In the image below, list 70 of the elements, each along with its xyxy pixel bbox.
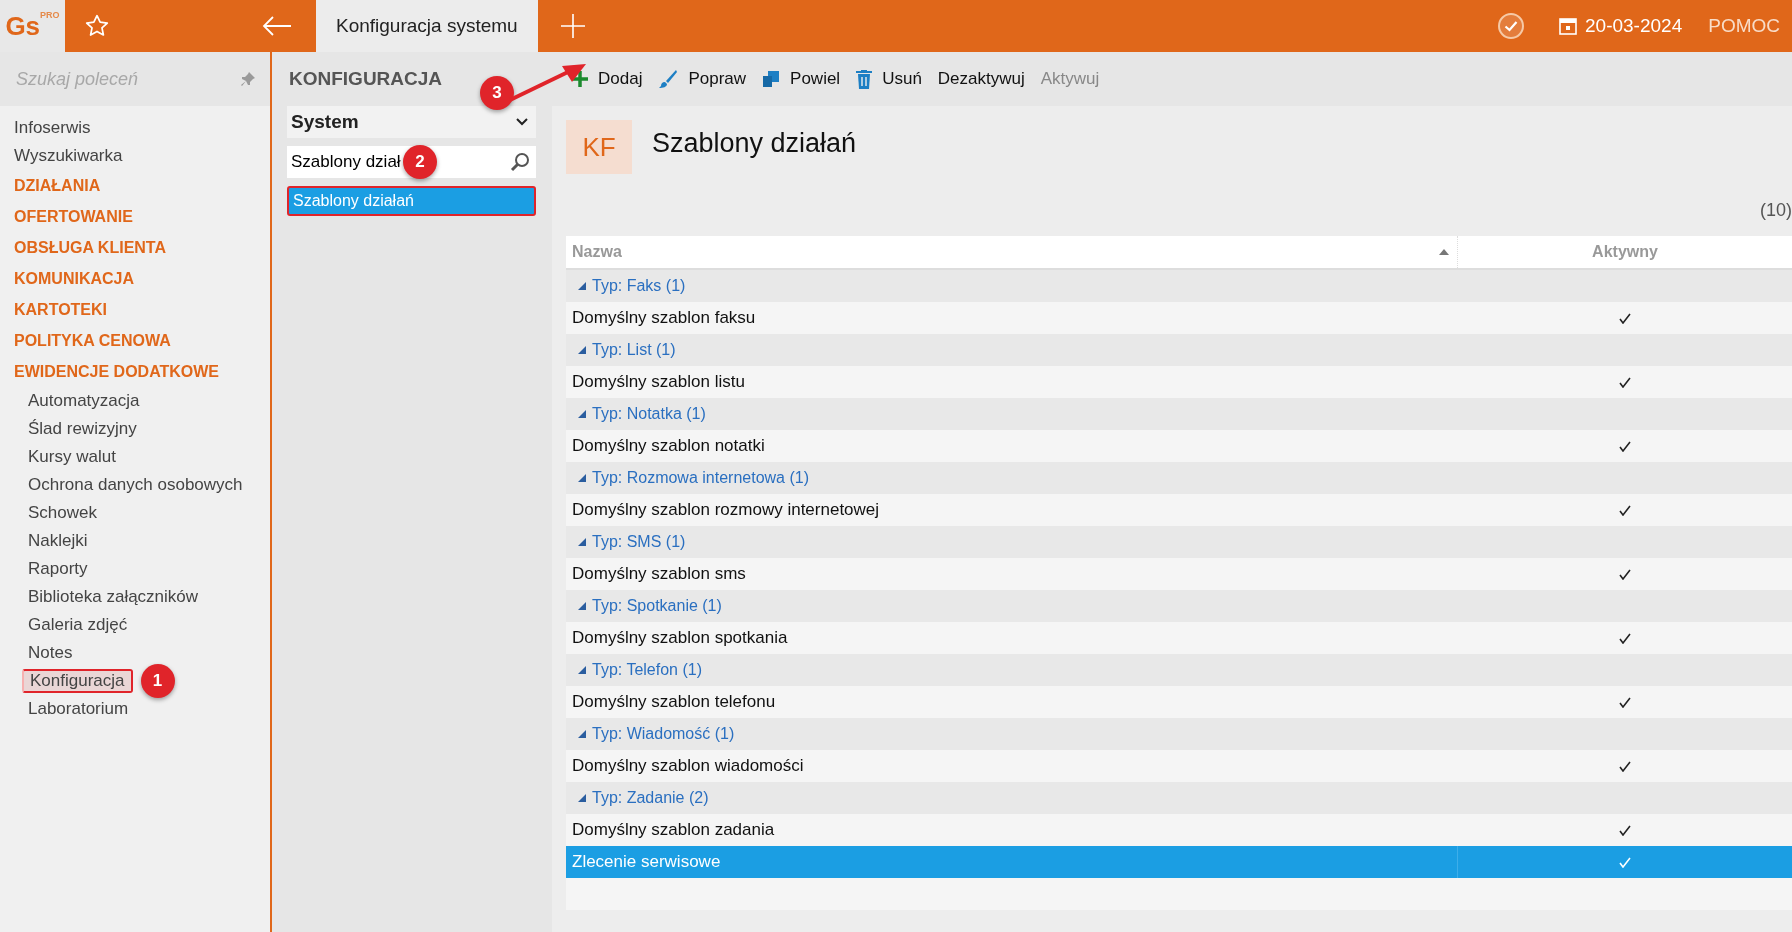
expand-triangle-icon[interactable]	[578, 346, 586, 354]
sidebar-item[interactable]: Biblioteka załączników	[22, 587, 205, 607]
sidebar-item[interactable]: Naklejki	[22, 531, 94, 551]
group-row[interactable]: Typ: Spotkanie (1)	[566, 590, 1792, 622]
record-count: (10)	[1760, 200, 1792, 222]
check-circle-icon[interactable]	[1497, 12, 1525, 40]
sidebar-item[interactable]: Raporty	[22, 559, 94, 579]
calendar-icon[interactable]	[1559, 17, 1577, 35]
toolbar-button[interactable]: Dodaj	[566, 65, 649, 93]
table-row[interactable]: Domyślny szablon wiadomości	[566, 750, 1792, 782]
module-badge: KF	[566, 120, 632, 174]
table-row[interactable]: Domyślny szablon rozmowy internetowej	[566, 494, 1792, 526]
group-row[interactable]: Typ: Wiadomość (1)	[566, 718, 1792, 750]
filter-field[interactable]: Szablony dział 2	[287, 146, 536, 178]
table-row[interactable]: Domyślny szablon notatki	[566, 430, 1792, 462]
group-row[interactable]: Typ: Telefon (1)	[566, 654, 1792, 686]
copy-icon	[762, 70, 781, 88]
step-marker: 2	[403, 145, 437, 179]
sidebar-item[interactable]: Wyszukiwarka	[8, 146, 129, 166]
command-search-field[interactable]: Szukaj poleceń	[0, 52, 270, 106]
sidebar-item[interactable]: Automatyzacja	[22, 391, 146, 411]
trash-icon	[856, 69, 873, 89]
expand-triangle-icon[interactable]	[578, 794, 586, 802]
sidebar-item[interactable]: Galeria zdjęć	[22, 615, 134, 635]
back-arrow-icon[interactable]	[261, 14, 293, 38]
expand-triangle-icon[interactable]	[578, 666, 586, 674]
window-tab[interactable]: Konfiguracja systemu	[316, 0, 538, 52]
step-marker: 1	[140, 664, 175, 698]
table-row[interactable]: Domyślny szablon spotkania	[566, 622, 1792, 654]
plus-icon[interactable]	[559, 13, 586, 39]
group-row[interactable]: Typ: Notatka (1)	[566, 398, 1792, 430]
table-row[interactable]: Domyślny szablon listu	[566, 366, 1792, 398]
table-row[interactable]: Domyślny szablon faksu	[566, 302, 1792, 334]
search-icon[interactable]	[510, 152, 530, 172]
star-icon[interactable]	[84, 13, 110, 39]
toolbar-button[interactable]: Popraw	[652, 65, 753, 93]
expand-triangle-icon[interactable]	[578, 538, 586, 546]
expand-triangle-icon[interactable]	[578, 474, 586, 482]
table-row[interactable]: Domyślny szablon sms	[566, 558, 1792, 590]
group-row[interactable]: Typ: Faks (1)	[566, 270, 1792, 302]
sidebar-item[interactable]: Konfiguracja	[22, 669, 133, 693]
table-row[interactable]: Domyślny szablon zadania	[566, 814, 1792, 846]
sidebar-item[interactable]: Ślad rewizyjny	[22, 419, 143, 439]
panel-title: KONFIGURACJA	[288, 67, 443, 91]
sort-up-icon	[1439, 249, 1449, 255]
sidebar-item[interactable]: Kursy walut	[22, 447, 122, 467]
toolbar-button[interactable]: Usuń	[850, 65, 928, 93]
sidebar-item[interactable]: Infoserwis	[8, 118, 97, 138]
sidebar-item[interactable]: Ochrona danych osobowych	[22, 475, 249, 495]
group-row[interactable]: Typ: SMS (1)	[566, 526, 1792, 558]
page-title: Szablony działań	[652, 127, 857, 159]
expand-triangle-icon[interactable]	[578, 282, 586, 290]
group-row[interactable]: Typ: Rozmowa internetowa (1)	[566, 462, 1792, 494]
toolbar-button[interactable]: Dezaktywuj	[931, 65, 1031, 93]
plus-icon	[572, 71, 588, 87]
group-row[interactable]: Typ: Zadanie (2)	[566, 782, 1792, 814]
expand-triangle-icon[interactable]	[578, 602, 586, 610]
brush-icon	[658, 69, 679, 89]
sidebar-item[interactable]: Notes	[22, 643, 79, 663]
command-search-input[interactable]: Szukaj poleceń	[14, 67, 240, 91]
toolbar-button[interactable]: Powiel	[756, 65, 847, 93]
group-row[interactable]: Typ: List (1)	[566, 334, 1792, 366]
expand-triangle-icon[interactable]	[578, 730, 586, 738]
chevron-down-icon	[516, 118, 528, 126]
sidebar-item[interactable]: Schowek	[22, 503, 103, 523]
category-dropdown[interactable]: System	[287, 106, 536, 138]
sidebar-item[interactable]: Laboratorium	[22, 699, 135, 719]
table-row[interactable]: Domyślny szablon telefonu	[566, 686, 1792, 718]
expand-triangle-icon[interactable]	[578, 410, 586, 418]
filter-input[interactable]: Szablony dział	[291, 152, 403, 172]
